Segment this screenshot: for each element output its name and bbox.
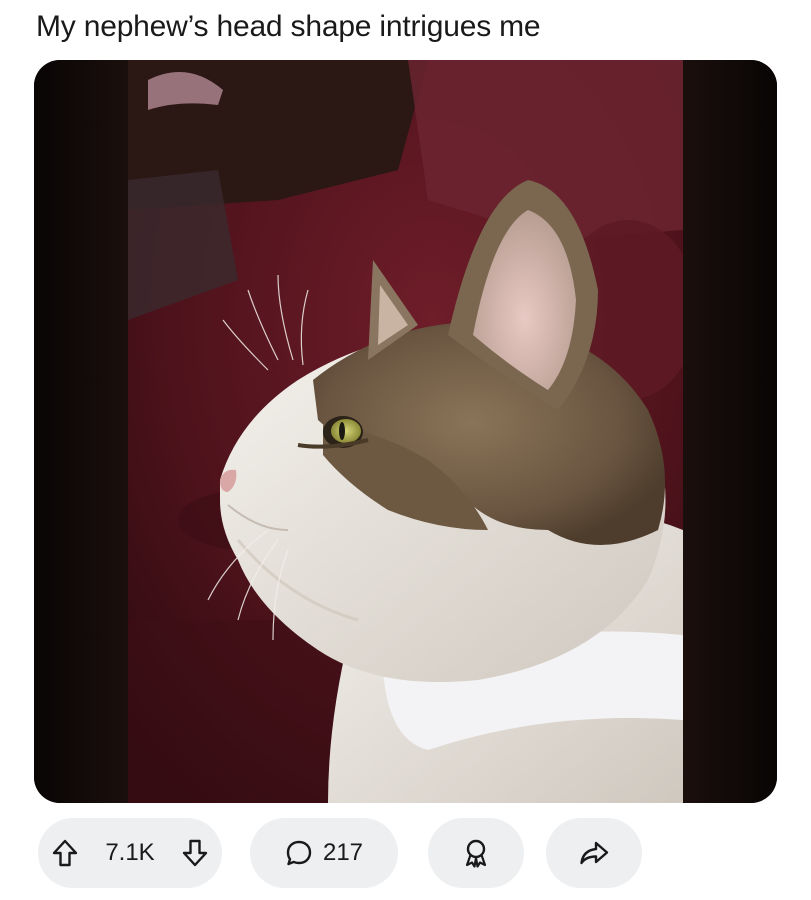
share-arrow-icon [579, 840, 609, 866]
comments-button[interactable]: 217 [250, 818, 398, 888]
award-button[interactable] [428, 818, 524, 888]
arrow-down-icon[interactable] [182, 839, 208, 867]
blur-backdrop-right [683, 60, 777, 803]
post-media[interactable] [34, 60, 777, 803]
vote-score: 7.1K [105, 839, 155, 866]
comment-count: 217 [322, 839, 364, 866]
award-icon [462, 838, 490, 868]
blur-backdrop-left [34, 60, 128, 803]
arrow-up-icon[interactable] [52, 839, 78, 867]
cat-photo [128, 60, 683, 803]
post-title[interactable]: My nephew’s head shape intrigues me [36, 10, 541, 44]
post-action-bar: 7.1K 217 [38, 818, 658, 888]
speech-bubble-icon [285, 839, 313, 867]
vote-control: 7.1K [38, 818, 222, 888]
share-button[interactable] [546, 818, 642, 888]
